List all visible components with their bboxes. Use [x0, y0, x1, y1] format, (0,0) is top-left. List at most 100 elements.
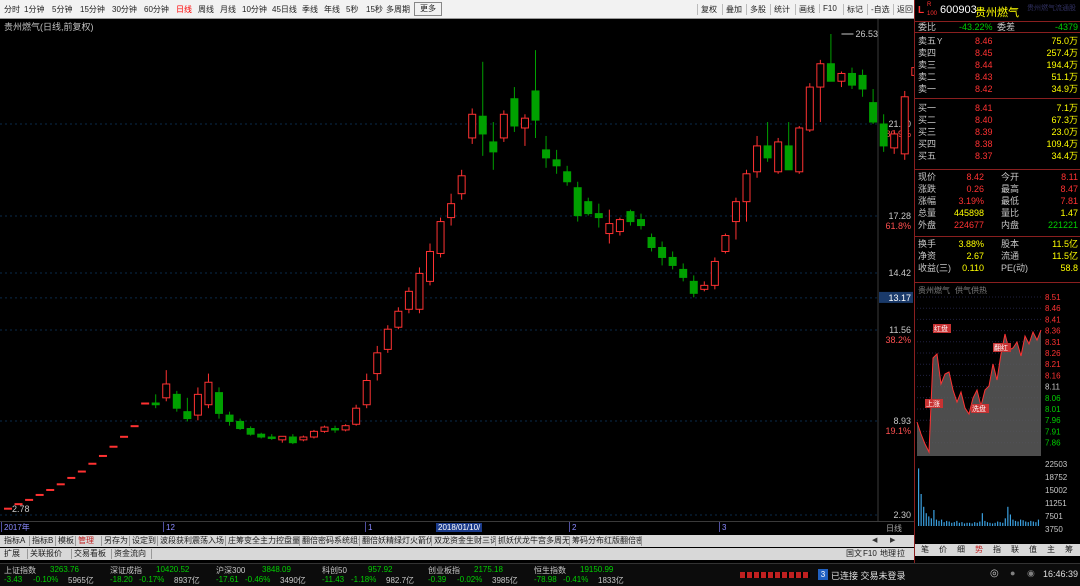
period-tab[interactable]: 年线 [324, 4, 340, 15]
stat-value: 3.88% [958, 239, 984, 249]
period-tab[interactable]: 15秒 [366, 4, 383, 15]
stat-label: 量比 [1001, 208, 1020, 218]
intraday-volume-tick: 15002 [1045, 486, 1068, 495]
period-tab[interactable]: 多周期 [386, 4, 410, 15]
scroll-left-button[interactable]: ◀ [872, 536, 877, 544]
indicator-tab[interactable]: 指标B [30, 536, 56, 546]
period-tab[interactable]: 月线 [220, 4, 236, 15]
connection-status[interactable]: 已连接 交易未登录 [831, 569, 906, 582]
intraday-tab[interactable]: 筹 [1065, 545, 1073, 555]
extension-tab[interactable]: 交易看板 [72, 549, 112, 559]
tool-tab[interactable]: 叠加 [722, 4, 742, 15]
candle [879, 114, 888, 152]
indicator-tab[interactable]: 抓妖伏龙牛宫多周无敌 [496, 536, 570, 546]
period-tab[interactable]: 45日线 [272, 4, 297, 15]
f10-link[interactable]: 拉 [897, 549, 905, 559]
ask-row[interactable]: 卖五 Y 8.46 75.0万 [915, 36, 1080, 47]
index-amount: 8937亿 [174, 576, 200, 585]
intraday-tab[interactable]: 细 [957, 545, 965, 555]
indicator-tab[interactable]: 指标A [2, 536, 30, 546]
bid-row[interactable]: 买一 8.41 7.1万 [915, 103, 1080, 114]
search-icon[interactable]: ◎ [990, 568, 999, 579]
intraday-volume-bar [969, 522, 971, 526]
period-tab[interactable]: 周线 [198, 4, 214, 15]
period-tab[interactable]: 15分钟 [80, 4, 105, 15]
ask-price: 8.45 [975, 48, 993, 58]
indicator-tab[interactable]: 筹码分布红版翻倍密码) [570, 536, 642, 546]
indicator-tab[interactable]: 另存为 [102, 536, 130, 546]
book-divider [915, 169, 1080, 170]
tool-tab[interactable]: 统计 [770, 4, 790, 15]
indicator-tab[interactable]: 双龙资金生财三词客 [432, 536, 496, 546]
extension-tab[interactable]: 资金流向 [112, 549, 152, 559]
intraday-volume-bar [981, 513, 983, 526]
bid-row[interactable]: 买四 8.38 109.4万 [915, 139, 1080, 150]
ask-row[interactable]: 卖二 8.43 51.1万 [915, 72, 1080, 83]
indicator-tab[interactable]: 翻倍密码系统组合 [300, 536, 360, 546]
intraday-tab[interactable]: 主 [1047, 545, 1055, 555]
period-tab[interactable]: 1分钟 [24, 4, 44, 15]
intraday-chart[interactable]: 8.51 8.46 8.41 8.36 8.31 8.26 8.21 8.16 8.11 8.06… [915, 294, 1080, 542]
f10-link[interactable]: F10 [863, 549, 877, 559]
kline-chart-panel[interactable]: 贵州燃气(日线,前复权) 21.90 80.9% 17.28 61.8% 14.42 13… [0, 19, 920, 521]
candle-body [647, 237, 656, 248]
candle-body [77, 470, 86, 473]
bid-row[interactable]: 买五 8.37 34.4万 [915, 151, 1080, 162]
tool-tab[interactable]: 多股 [746, 4, 766, 15]
period-tab[interactable]: 30分钟 [112, 4, 137, 15]
date-label: 3 [722, 523, 727, 532]
ask-price: 8.46 [975, 36, 993, 46]
indicator-tab[interactable]: 管理 [76, 536, 102, 546]
intraday-tab[interactable]: 指 [993, 545, 1001, 555]
ask-price: 8.44 [975, 60, 993, 70]
indicator-tab[interactable]: 翻倍妖精绿灯火箭伏妖 [360, 536, 432, 546]
intraday-tab[interactable]: 势 [975, 545, 983, 555]
intraday-tab[interactable]: 价 [939, 545, 947, 555]
period-tab[interactable]: 更多 [414, 2, 442, 16]
tool-tab[interactable]: 返回 [893, 4, 913, 15]
bid-row[interactable]: 买三 8.39 23.0万 [915, 127, 1080, 138]
period-tab[interactable]: 日线 [176, 4, 192, 15]
period-tab[interactable]: 分时 [4, 4, 20, 15]
intraday-tab[interactable]: 值 [1029, 545, 1037, 555]
kline-chart[interactable]: 21.9080.9%17.2861.8%14.4213.1711.5638.2%… [0, 19, 920, 521]
indicator-tab[interactable]: 庄筹变全主力控盘量复 [226, 536, 300, 546]
index-amount: 3985亿 [492, 576, 518, 585]
tool-tab[interactable]: 标记 [843, 4, 863, 15]
tool-tab[interactable]: 画线 [795, 4, 815, 15]
user-icon[interactable]: ◉ [1027, 568, 1035, 579]
intraday-volume-bar [938, 520, 940, 526]
bid-label: 买三 [918, 127, 937, 137]
f10-link[interactable]: 国文 [846, 549, 862, 559]
extension-tab[interactable]: 扩展 [2, 549, 28, 559]
tool-tab[interactable]: 复权 [697, 4, 717, 15]
f10-link[interactable]: 地理 [880, 549, 896, 559]
tool-tab[interactable]: F10 [819, 4, 837, 13]
ask-row[interactable]: 卖一 8.42 34.9万 [915, 84, 1080, 95]
period-tab[interactable]: 季线 [302, 4, 318, 15]
indicator-tab[interactable]: 波段获利震荡入场 [158, 536, 226, 546]
ask-row[interactable]: 卖四 8.45 257.4万 [915, 48, 1080, 59]
ask-row[interactable]: 卖三 8.44 194.4万 [915, 60, 1080, 71]
ask-volume: 34.9万 [1051, 84, 1078, 94]
bid-row[interactable]: 买二 8.40 67.3万 [915, 115, 1080, 126]
candle-body [130, 425, 139, 428]
extension-tab[interactable]: 关联报价 [28, 549, 72, 559]
indicator-tab[interactable]: 设定到 [130, 536, 158, 546]
period-tab[interactable]: 5秒 [346, 4, 358, 15]
candle-body [4, 507, 12, 510]
candle-body [447, 203, 456, 219]
intraday-tab[interactable]: 联 [1011, 545, 1019, 555]
candle-body [468, 113, 477, 139]
tool-tab[interactable]: -自选 [867, 4, 890, 15]
scroll-right-button[interactable]: ▶ [890, 536, 895, 544]
price-tick-label: 11.56 [889, 325, 911, 335]
bell-icon[interactable]: ● [1010, 568, 1015, 578]
indicator-tab[interactable]: 模板 [56, 536, 76, 546]
period-tab[interactable]: 60分钟 [144, 4, 169, 15]
period-tab[interactable]: 10分钟 [242, 4, 267, 15]
intraday-tab[interactable]: 笔 [921, 545, 929, 555]
period-tab[interactable]: 5分钟 [52, 4, 72, 15]
stat-row: 总量 445898 量比 1.47 [915, 208, 1080, 219]
index-change: -0.39 [428, 575, 447, 584]
